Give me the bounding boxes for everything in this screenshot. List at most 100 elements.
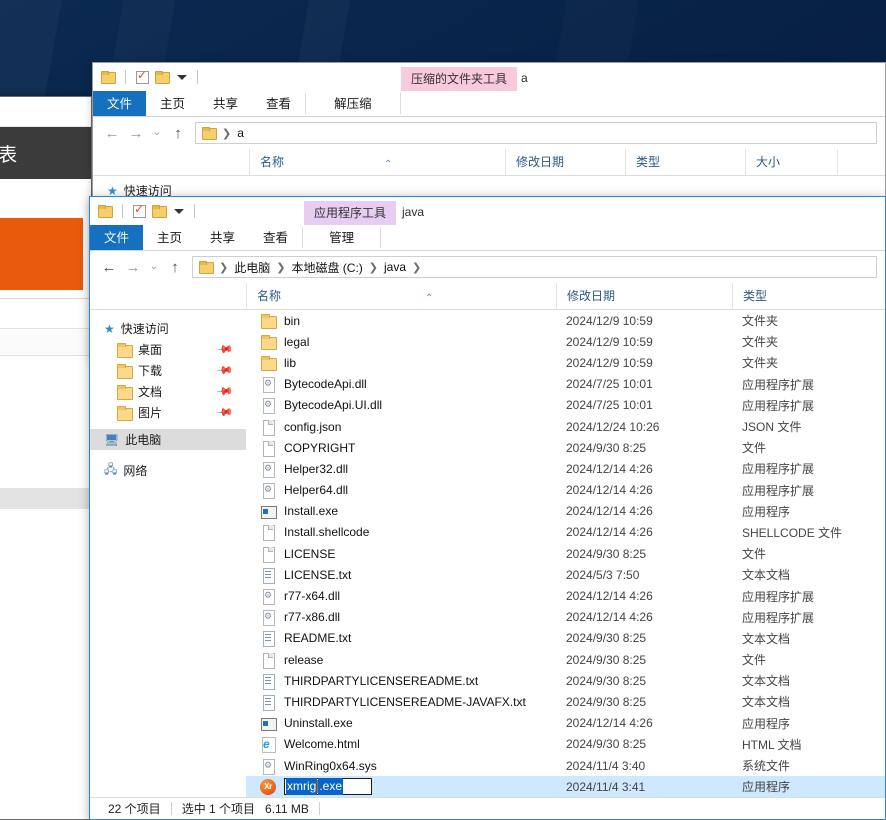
- pin-icon[interactable]: 📌: [216, 403, 235, 422]
- event-viewer-menubar[interactable]: (A) 查看(V): [0, 298, 91, 328]
- tab-view[interactable]: 查看: [252, 91, 305, 116]
- tree-item[interactable]: 置: [0, 509, 91, 530]
- column-size[interactable]: 大小: [745, 148, 837, 176]
- column-date[interactable]: 修改日期: [505, 148, 625, 176]
- recent-locations-icon[interactable]: ⌄: [149, 122, 165, 144]
- orange-tile[interactable]: [0, 218, 83, 290]
- sidebar-item-documents[interactable]: 文档 📌: [90, 381, 246, 402]
- file-row[interactable]: r77-x86.dll 2024/12/14 4:26 应用程序扩展: [246, 607, 885, 628]
- event-viewer-tree[interactable]: (本地) 观图 器角色 理事件 ws 日志 用程序 全 置 志 发事件 序和服务…: [0, 356, 91, 593]
- file-name-cell[interactable]: Helper64.dll: [246, 482, 556, 500]
- tree-item[interactable]: 用程序: [0, 467, 91, 488]
- tree-item-selected[interactable]: 全: [0, 488, 91, 509]
- file-name-cell[interactable]: r77-x86.dll: [246, 609, 556, 627]
- file-row[interactable]: BytecodeApi.dll 2024/7/25 10:01 应用程序扩展: [246, 374, 885, 395]
- properties-icon[interactable]: [133, 203, 146, 218]
- navigation-bar-archive[interactable]: ← → ⌄ ↑ ❯ a: [93, 117, 885, 149]
- column-name[interactable]: 名称 ⌃: [246, 282, 556, 310]
- tree-item[interactable]: 序和服务日志: [0, 572, 91, 593]
- tab-manage[interactable]: 管理: [303, 225, 380, 250]
- file-name-cell[interactable]: BytecodeApi.UI.dll: [246, 397, 556, 415]
- sidebar-item-network[interactable]: 🖧 网络: [90, 460, 246, 481]
- file-name-cell[interactable]: Uninstall.exe: [246, 715, 556, 732]
- tab-home[interactable]: 主页: [143, 225, 196, 250]
- file-name-cell[interactable]: bin: [246, 313, 556, 329]
- tab-extract[interactable]: 解压缩: [306, 91, 400, 116]
- sidebar-item-this-pc[interactable]: 🖥 此电脑: [90, 429, 246, 450]
- file-name-cell[interactable]: release: [246, 652, 556, 669]
- folder-icon[interactable]: [98, 205, 113, 218]
- file-name-cell[interactable]: THIRDPARTYLICENSEREADME-JAVAFX.txt: [246, 694, 556, 711]
- file-name-cell[interactable]: config.json: [246, 419, 556, 436]
- up-icon[interactable]: ↑: [164, 256, 186, 278]
- file-row[interactable]: Welcome.html 2024/9/30 8:25 HTML 文档: [246, 734, 885, 755]
- file-name-cell[interactable]: THIRDPARTYLICENSEREADME.txt: [246, 673, 556, 690]
- contextual-tab-application-tools[interactable]: 应用程序工具: [304, 201, 397, 225]
- event-viewer-window[interactable]: 理器 ▸ 仪表 欢迎使用服务 (A) 查看(V) ? (本地) 观图 器角色 理…: [0, 96, 92, 820]
- breadcrumb-segment[interactable]: a: [237, 126, 244, 140]
- breadcrumb-segment-java[interactable]: java: [384, 260, 406, 274]
- file-name-cell[interactable]: lib: [246, 355, 556, 371]
- nav-pane-java[interactable]: ★ 快速访问 桌面 📌 下载 📌 文档 📌 图片 📌 🖥 此电脑 🖧 网络: [90, 310, 246, 798]
- breadcrumb-segment-local-disk[interactable]: 本地磁盘 (C:): [291, 259, 362, 276]
- file-row[interactable]: config.json 2024/12/24 10:26 JSON 文件: [246, 416, 885, 437]
- event-viewer-toolbar[interactable]: ?: [0, 328, 91, 356]
- file-row[interactable]: LICENSE 2024/9/30 8:25 文件: [246, 543, 885, 564]
- file-name-cell[interactable]: Helper32.dll: [246, 461, 556, 478]
- server-manager-breadcrumb[interactable]: 理器 ▸ 仪表: [0, 127, 91, 179]
- event-viewer-titlebar[interactable]: [0, 97, 91, 127]
- file-name-cell[interactable]: r77-x64.dll: [246, 588, 556, 606]
- column-headers-java[interactable]: 名称 ⌃ 修改日期 类型: [90, 282, 885, 310]
- forward-icon[interactable]: →: [125, 122, 147, 144]
- back-icon[interactable]: ←: [101, 122, 123, 144]
- ribbon-tabs-archive[interactable]: 文件 主页 共享 查看 解压缩: [93, 91, 885, 117]
- quick-access-toolbar-java[interactable]: 应用程序工具 java: [90, 197, 885, 225]
- tree-item[interactable]: 发事件: [0, 551, 91, 572]
- column-type[interactable]: 类型: [625, 148, 745, 176]
- column-date[interactable]: 修改日期: [556, 282, 732, 310]
- file-row[interactable]: legal 2024/12/9 10:59 文件夹: [246, 331, 885, 352]
- tab-view[interactable]: 查看: [249, 225, 302, 250]
- navigation-bar-java[interactable]: ← → ⌄ ↑ ❯ 此电脑 ❯ 本地磁盘 (C:) ❯ java ❯: [90, 251, 885, 283]
- file-row[interactable]: COPYRIGHT 2024/9/30 8:25 文件: [246, 437, 885, 458]
- file-row[interactable]: LICENSE.txt 2024/5/3 7:50 文本文档: [246, 564, 885, 585]
- column-extra[interactable]: [837, 148, 877, 176]
- file-list-java[interactable]: bin 2024/12/9 10:59 文件夹 legal 2024/12/9 10:5…: [246, 310, 885, 798]
- file-row[interactable]: Install.shellcode 2024/12/14 4:26 SHELLCOD…: [246, 522, 885, 543]
- address-bar-archive[interactable]: ❯ a: [195, 122, 877, 144]
- file-row[interactable]: Helper32.dll 2024/12/14 4:26 应用程序扩展: [246, 458, 885, 479]
- tree-item[interactable]: ws 日志: [0, 446, 91, 467]
- tree-item[interactable]: 志: [0, 530, 91, 551]
- back-icon[interactable]: ←: [98, 256, 120, 278]
- explorer-window-java[interactable]: 应用程序工具 java 文件 主页 共享 查看 管理 ← → ⌄ ↑ ❯ 此电脑…: [89, 196, 886, 820]
- file-name-cell[interactable]: LICENSE: [246, 546, 556, 563]
- quick-access-toolbar-archive[interactable]: 压缩的文件夹工具 a: [93, 63, 885, 91]
- tree-item[interactable]: 观图: [0, 383, 91, 404]
- file-name-cell[interactable]: BytecodeApi.dll: [246, 376, 556, 394]
- sidebar-item-downloads[interactable]: 下载 📌: [90, 360, 246, 381]
- file-row-selected[interactable]: Xr xmrig .exe 2024/11/4 3:41 应用程序: [246, 776, 885, 798]
- file-name-cell[interactable]: Install.exe: [246, 503, 556, 520]
- sidebar-item-desktop[interactable]: 桌面 📌: [90, 339, 246, 360]
- recent-locations-icon[interactable]: ⌄: [146, 256, 162, 278]
- rename-input[interactable]: xmrig .exe: [284, 778, 373, 796]
- new-folder-icon[interactable]: [155, 71, 170, 84]
- sidebar-item-pictures[interactable]: 图片 📌: [90, 402, 246, 423]
- file-name-cell[interactable]: README.txt: [246, 630, 556, 648]
- tree-item[interactable]: (本地): [0, 362, 91, 383]
- file-row[interactable]: THIRDPARTYLICENSEREADME.txt 2024/9/30 8:2…: [246, 670, 885, 691]
- chevron-down-icon[interactable]: [177, 74, 187, 80]
- chevron-down-icon[interactable]: [174, 208, 184, 214]
- pin-icon[interactable]: 📌: [216, 382, 235, 401]
- forward-icon[interactable]: →: [122, 256, 144, 278]
- file-row[interactable]: BytecodeApi.UI.dll 2024/7/25 10:01 应用程序扩展: [246, 395, 885, 416]
- file-name-cell[interactable]: legal: [246, 334, 556, 350]
- pin-icon[interactable]: 📌: [216, 340, 235, 359]
- pin-icon[interactable]: 📌: [216, 361, 235, 380]
- tree-item[interactable]: 器角色: [0, 404, 91, 425]
- file-row[interactable]: bin 2024/12/9 10:59 文件夹: [246, 310, 885, 331]
- file-name-cell[interactable]: COPYRIGHT: [246, 440, 556, 457]
- file-row[interactable]: lib 2024/12/9 10:59 文件夹: [246, 352, 885, 373]
- tab-file[interactable]: 文件: [93, 91, 147, 116]
- file-name-cell[interactable]: Welcome.html: [246, 736, 556, 754]
